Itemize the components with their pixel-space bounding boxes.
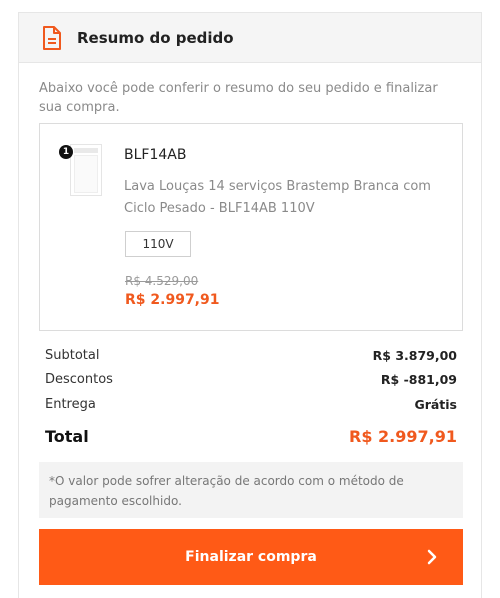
subtotal-value: R$ 3.879,00 (372, 347, 457, 363)
discount-row: Descontos R$ -881,09 (45, 368, 457, 393)
shipping-label: Entrega (45, 396, 96, 412)
total-value: R$ 2.997,91 (349, 427, 457, 446)
discount-label: Descontos (45, 372, 113, 388)
checkout-button-label: Finalizar compra (185, 549, 317, 565)
price-disclaimer: *O valor pode sofrer alteração de acordo… (39, 462, 463, 518)
summary-header: Resumo do pedido (19, 13, 481, 63)
product-item: 1 BLF14AB Lava Louças 14 serviços Braste… (39, 123, 463, 331)
shipping-row: Entrega Grátis (45, 392, 457, 417)
quantity-badge: 1 (59, 145, 73, 159)
checkout-button[interactable]: Finalizar compra (39, 529, 463, 585)
order-totals: Subtotal R$ 3.879,00 Descontos R$ -881,0… (45, 343, 457, 455)
page-title: Resumo do pedido (77, 28, 234, 47)
chevron-right-icon (427, 549, 437, 565)
subtotal-label: Subtotal (45, 347, 100, 363)
product-image[interactable] (70, 144, 102, 196)
product-name: Lava Louças 14 serviços Brastemp Branca … (124, 179, 431, 216)
intro-text: Abaixo você pode conferir o resumo do se… (39, 81, 438, 115)
product-price: R$ 2.997,91 (125, 292, 220, 308)
document-icon (43, 25, 61, 50)
discount-value: R$ -881,09 (380, 372, 457, 388)
product-old-price: R$ 4.529,00 (125, 274, 199, 288)
product-variant-badge: 110V (125, 231, 191, 257)
order-summary-card: Resumo do pedido Abaixo você pode confer… (18, 12, 482, 598)
subtotal-row: Subtotal R$ 3.879,00 (45, 343, 457, 368)
product-sku: BLF14AB (124, 147, 187, 163)
total-label: Total (45, 427, 89, 446)
total-row: Total R$ 2.997,91 (45, 419, 457, 455)
shipping-value: Grátis (414, 396, 457, 412)
